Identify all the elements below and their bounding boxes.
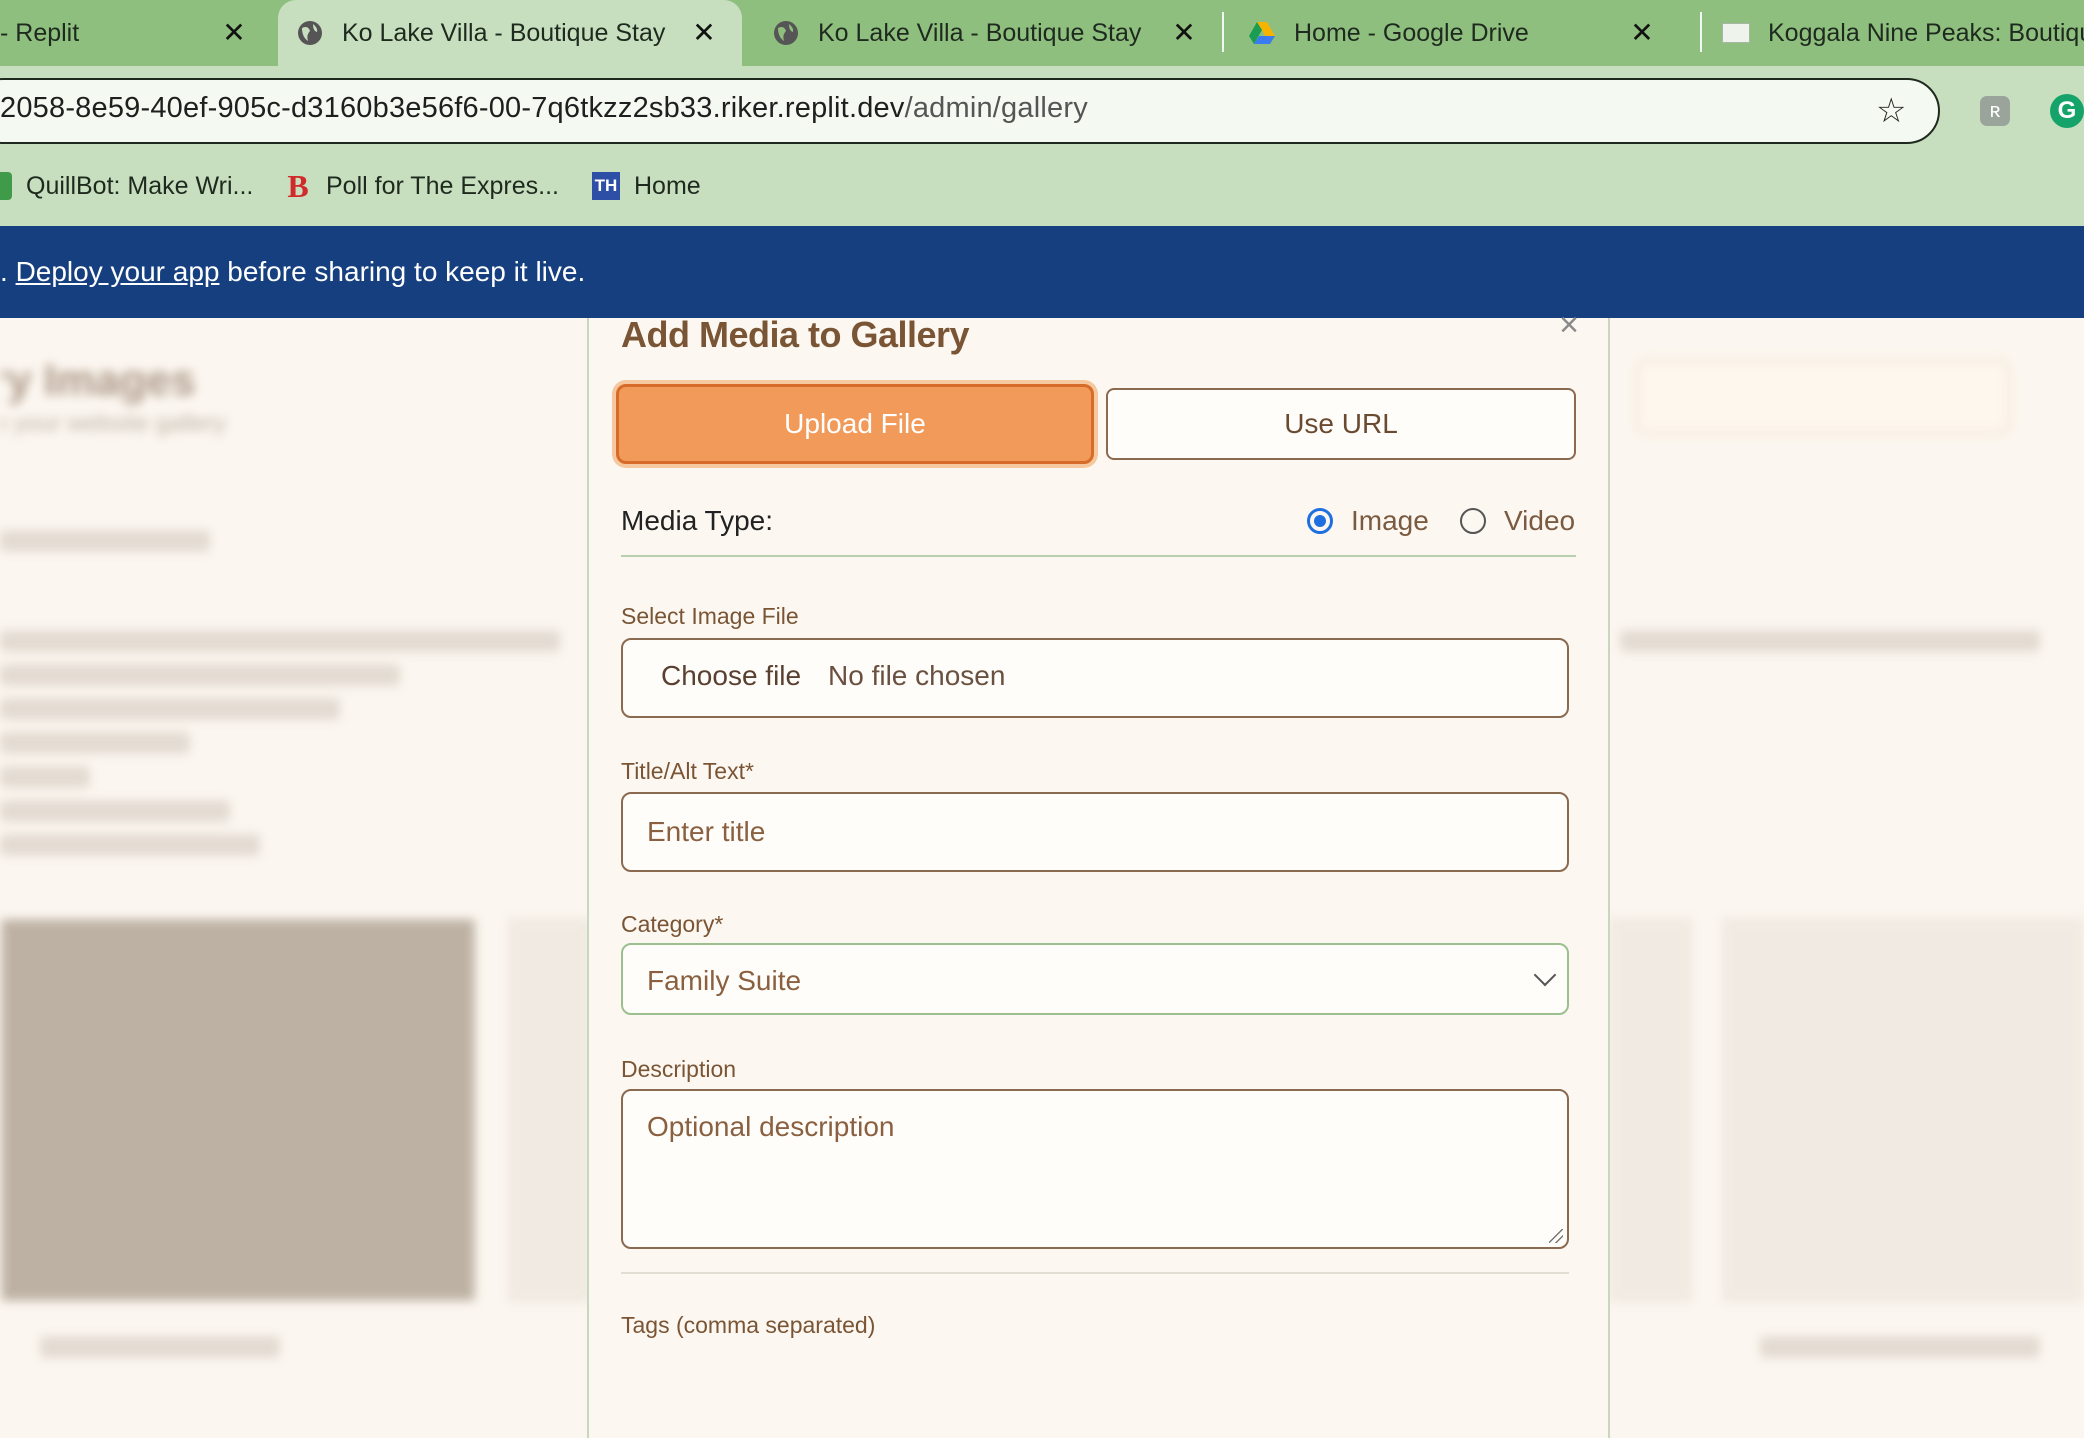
- tags-label: Tags (comma separated): [621, 1312, 876, 1338]
- resize-handle-icon[interactable]: [1549, 1229, 1563, 1243]
- divider: [621, 1272, 1569, 1274]
- bookmark-label: Home: [634, 171, 701, 200]
- bookmark-label: Poll for The Expres...: [326, 171, 559, 200]
- tab-close-icon[interactable]: ✕: [1166, 14, 1202, 50]
- description-textarea[interactable]: Optional description: [621, 1089, 1569, 1249]
- url-host: 2058-8e59-40ef-905c-d3160b3e56f6-00-7q6t…: [0, 92, 905, 124]
- background-image-card: [508, 918, 592, 1302]
- description-label: Description: [621, 1056, 737, 1082]
- radio-checked-icon: [1307, 508, 1333, 534]
- category-select[interactable]: Family Suite: [621, 943, 1569, 1015]
- bookmark-star-icon[interactable]: ☆: [1876, 94, 1906, 128]
- url-path: /admin/gallery: [904, 92, 1088, 124]
- grammarly-icon[interactable]: G: [2050, 94, 2084, 128]
- divider: [621, 555, 1576, 557]
- file-status-text: No file chosen: [828, 660, 1006, 691]
- deploy-banner: . Deploy your app before sharing to keep…: [0, 226, 2084, 318]
- bookmark-label: QuillBot: Make Wri...: [26, 171, 254, 200]
- radio-image[interactable]: Image: [1307, 505, 1429, 537]
- b-logo-icon: B: [287, 167, 309, 204]
- banner-prefix: .: [0, 256, 8, 287]
- tab-google-drive[interactable]: Home - Google Drive ✕: [1232, 0, 1672, 66]
- background-text-line: [0, 732, 190, 754]
- category-value: Family Suite: [647, 965, 802, 996]
- bookmark-home[interactable]: TH Home: [592, 166, 701, 206]
- use-url-button[interactable]: Use URL: [1106, 388, 1576, 460]
- description-placeholder: Optional description: [647, 1111, 895, 1142]
- background-heading: ry Images: [0, 356, 196, 405]
- th-logo-icon: TH: [592, 172, 620, 200]
- radio-image-label: Image: [1351, 505, 1429, 536]
- background-text-line: [1760, 1336, 2040, 1358]
- tab-title: Ko Lake Villa - Boutique Stay: [818, 18, 1142, 47]
- tab-close-icon[interactable]: ✕: [686, 14, 722, 50]
- globe-icon: [298, 21, 322, 45]
- tab-ko-lake-villa[interactable]: Ko Lake Villa - Boutique Stay ✕: [754, 0, 1214, 66]
- background-text-line: [1620, 630, 2040, 652]
- background-image-card: [1722, 918, 2084, 1302]
- chevron-down-icon: [1533, 963, 1557, 987]
- select-file-label: Select Image File: [621, 603, 799, 629]
- category-label: Category*: [621, 911, 724, 937]
- tab-separator: [1222, 12, 1224, 52]
- title-placeholder: Enter title: [647, 816, 766, 847]
- tab-ko-lake-villa-active[interactable]: Ko Lake Villa - Boutique Stay ✕: [278, 0, 742, 66]
- background-text-line: [40, 1336, 280, 1358]
- background-text-line: [0, 800, 230, 822]
- title-input[interactable]: Enter title: [621, 792, 1569, 872]
- deploy-app-link[interactable]: Deploy your app: [16, 256, 220, 287]
- title-label: Title/Alt Text*: [621, 758, 754, 784]
- tab-title: Ko Lake Villa - Boutique Stay: [342, 18, 666, 47]
- tab-close-icon[interactable]: ✕: [1624, 14, 1660, 50]
- quillbot-icon: [0, 172, 12, 200]
- url-text[interactable]: 2058-8e59-40ef-905c-d3160b3e56f6-00-7q6t…: [0, 92, 1088, 125]
- background-text-line: [0, 698, 340, 720]
- tab-title: Koggala Nine Peaks: Boutiqu: [1768, 18, 2084, 47]
- tab-close-icon[interactable]: ✕: [216, 14, 252, 50]
- background-text-line: [0, 664, 400, 686]
- globe-icon: [774, 21, 798, 45]
- google-drive-icon: [1249, 22, 1275, 44]
- background-subheading: e your website gallery: [0, 410, 227, 437]
- extension-icon[interactable]: ʀ: [1980, 96, 2010, 126]
- tab-title: Home - Google Drive: [1294, 18, 1529, 47]
- radio-video-label: Video: [1504, 505, 1576, 536]
- bookmark-quillbot[interactable]: QuillBot: Make Wri...: [0, 166, 253, 206]
- banner-text: . Deploy your app before sharing to keep…: [0, 256, 585, 288]
- radio-video[interactable]: Video: [1460, 505, 1575, 537]
- tab-replit[interactable]: - Replit ✕: [0, 0, 270, 66]
- background-text-line: [0, 530, 210, 552]
- upload-file-button[interactable]: Upload File: [616, 384, 1094, 464]
- close-icon[interactable]: ×: [1554, 308, 1584, 342]
- background-text-line: [0, 630, 560, 652]
- radio-unchecked-icon: [1460, 508, 1486, 534]
- choose-file-button[interactable]: Choose file: [661, 660, 801, 692]
- add-media-modal: [587, 318, 1610, 1438]
- tab-separator: [1700, 12, 1702, 52]
- background-button: [1636, 360, 2010, 434]
- background-text-line: [0, 834, 260, 856]
- site-favicon-icon: [1722, 23, 1750, 43]
- tab-koggala-nine-peaks[interactable]: Koggala Nine Peaks: Boutiqu: [1712, 0, 2084, 66]
- bookmark-poll-express[interactable]: B Poll for The Expres...: [284, 166, 559, 206]
- tab-title: - Replit: [0, 18, 80, 47]
- background-image-card: [1610, 918, 1692, 1302]
- banner-suffix: before sharing to keep it live.: [219, 256, 586, 287]
- background-text-line: [0, 766, 90, 788]
- background-image-card: [0, 918, 476, 1302]
- modal-title: Add Media to Gallery: [621, 314, 970, 355]
- media-type-label: Media Type:: [621, 505, 774, 536]
- file-input[interactable]: Choose file No file chosen: [621, 638, 1569, 718]
